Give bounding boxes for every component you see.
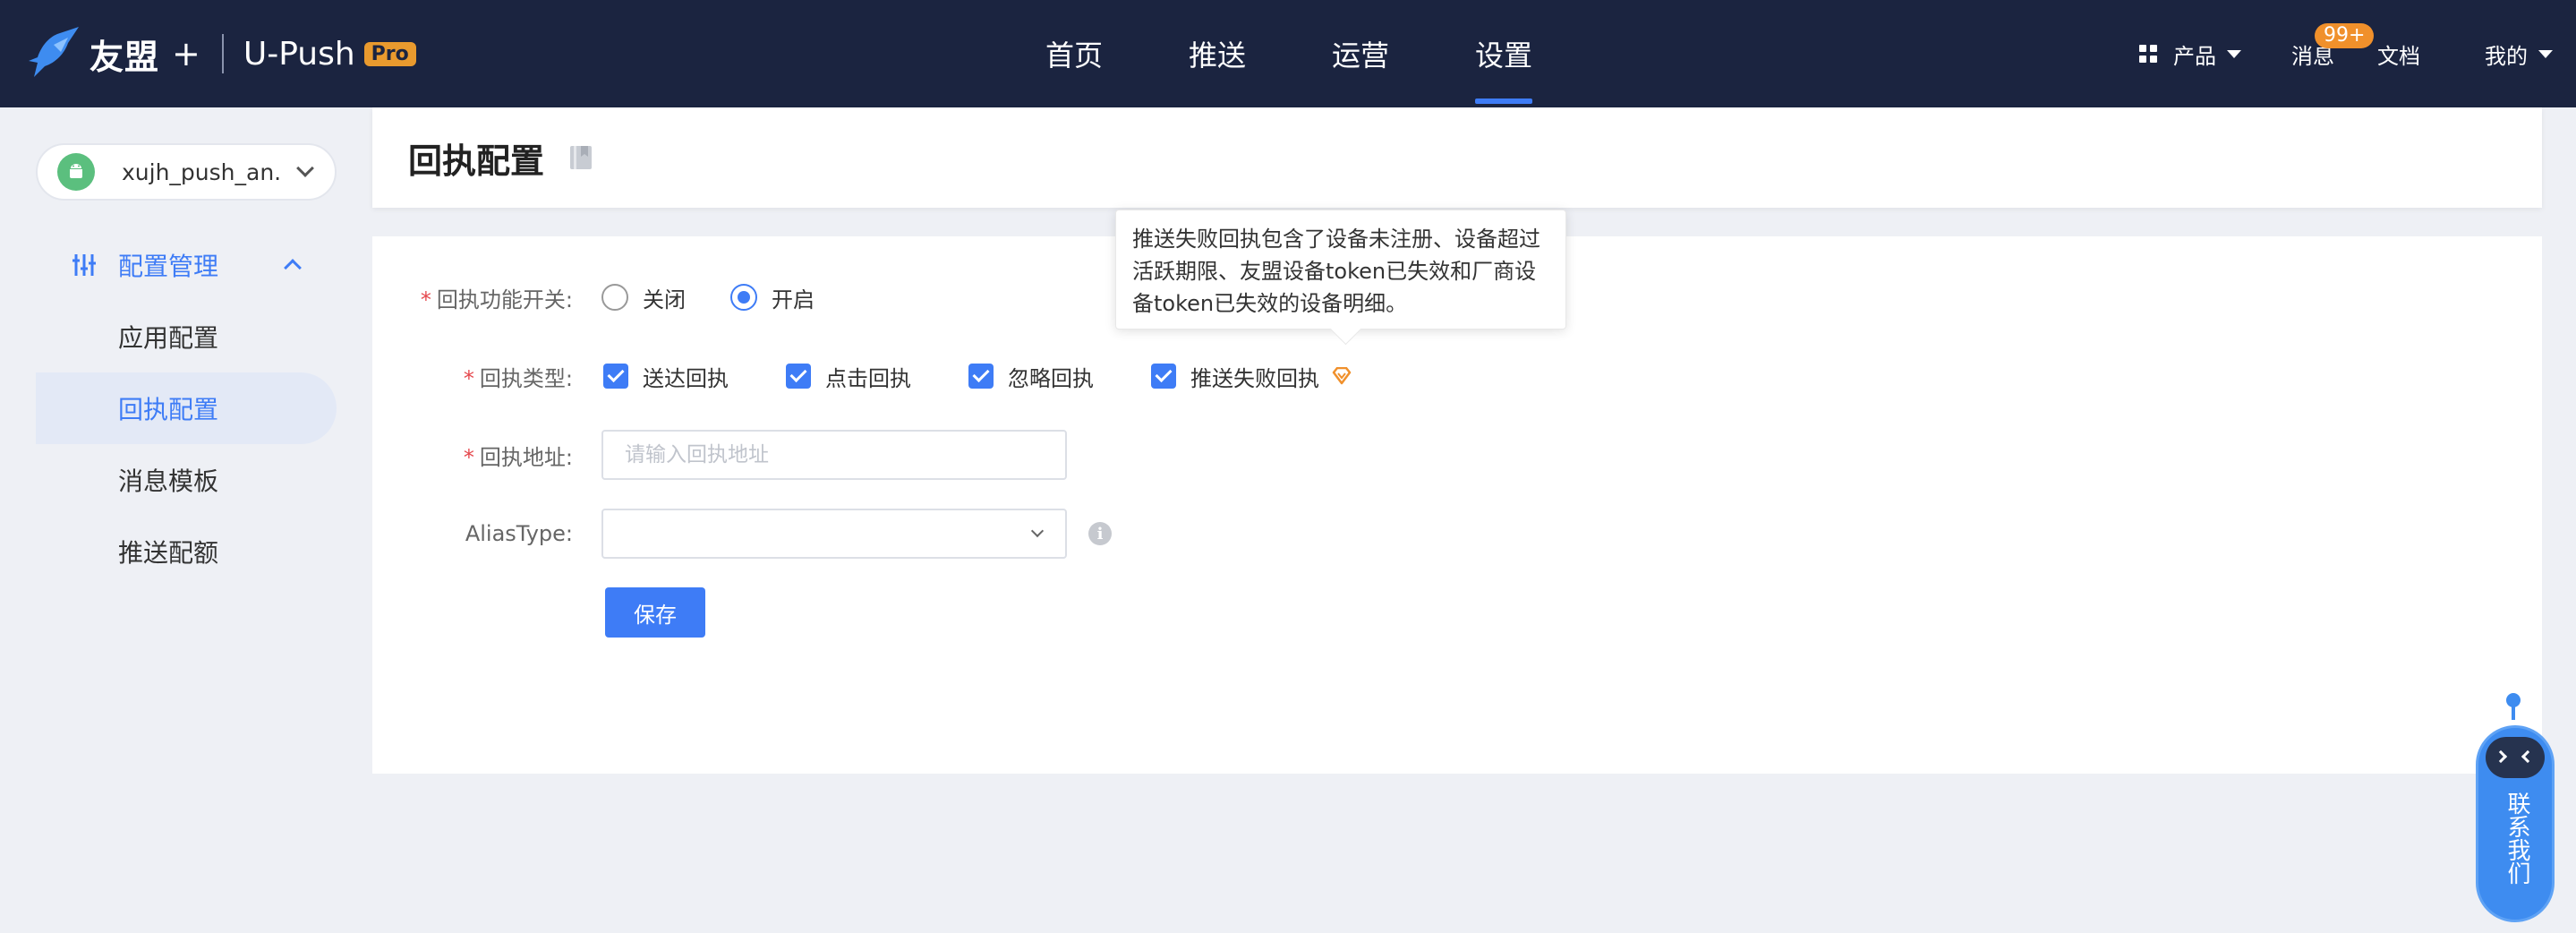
brand-divider: [221, 34, 224, 73]
message-count-badge: 99+: [2315, 23, 2375, 48]
app-name: xujh_push_an...: [122, 158, 283, 185]
nav-operations[interactable]: 运营: [1289, 0, 1432, 107]
contact-us-widget[interactable]: 联系我们: [2476, 693, 2555, 922]
brand-name: 友盟: [90, 37, 160, 77]
chevron-up-icon: [284, 259, 302, 277]
sidebar-item-app-config[interactable]: 应用配置: [36, 301, 337, 372]
user-menu[interactable]: 我的: [2485, 0, 2553, 107]
app-selector[interactable]: xujh_push_an...: [36, 143, 337, 201]
brand-logo[interactable]: 友盟 + U-Push Pro: [27, 23, 416, 84]
nav-home[interactable]: 首页: [1002, 0, 1146, 107]
docs-link[interactable]: 文档: [2377, 0, 2420, 107]
checkbox-clicked-label: 点击回执: [825, 365, 911, 391]
checkbox-ignored[interactable]: [968, 364, 994, 389]
docs-label: 文档: [2377, 43, 2420, 69]
required-mark: *: [420, 287, 431, 312]
chevron-down-icon: [296, 159, 314, 177]
radio-off-label: 关闭: [643, 287, 686, 312]
push-failed-tooltip: 推送失败回执包含了设备未注册、设备超过活跃期限、友盟设备token已失效和厂商设…: [1115, 210, 1566, 330]
nav-push[interactable]: 推送: [1146, 0, 1289, 107]
robot-face: [2486, 737, 2545, 778]
checkbox-clicked[interactable]: [786, 364, 811, 389]
checkbox-ignored-label: 忽略回执: [1008, 365, 1094, 391]
brand-plus: +: [172, 34, 200, 73]
address-row: * 回执地址:: [372, 430, 1067, 480]
required-mark: *: [463, 365, 474, 391]
alias-label: AliasType:: [465, 521, 573, 546]
radio-on[interactable]: [730, 284, 757, 311]
radio-on-label: 开启: [772, 287, 815, 312]
alias-type-select[interactable]: [601, 509, 1067, 559]
save-button[interactable]: 保存: [605, 587, 705, 638]
top-navbar: 友盟 + U-Push Pro 首页 推送 运营 设置 产品 消息 99+ 文档…: [0, 0, 2576, 107]
products-menu[interactable]: 产品: [2139, 0, 2241, 107]
user-menu-label: 我的: [2485, 43, 2528, 69]
type-label: * 回执类型:: [463, 365, 573, 391]
sidebar-group-config[interactable]: 配置管理: [36, 229, 337, 301]
caret-down-icon: [2538, 49, 2553, 58]
receipt-address-input[interactable]: [601, 430, 1067, 480]
sidebar-item-message-template[interactable]: 消息模板: [36, 444, 337, 516]
page-header: 回执配置: [372, 107, 2542, 208]
radio-off[interactable]: [601, 284, 628, 311]
robot-antenna-ball: [2506, 693, 2521, 707]
nav-settings[interactable]: 设置: [1432, 0, 1575, 107]
checkbox-push-failed-label: 推送失败回执: [1190, 365, 1319, 391]
address-label: * 回执地址:: [463, 444, 573, 470]
android-icon: [57, 153, 95, 191]
switch-row: * 回执功能开关: 关闭 开启: [372, 272, 815, 322]
contact-us-label: 联系我们: [2503, 792, 2530, 885]
pro-badge: Pro: [363, 41, 416, 66]
diamond-icon[interactable]: [1332, 367, 1352, 385]
info-icon[interactable]: i: [1088, 522, 1112, 545]
alias-row: AliasType: i: [372, 509, 1112, 559]
messages-link[interactable]: 消息: [2291, 0, 2334, 107]
checkbox-push-failed[interactable]: [1151, 364, 1176, 389]
switch-label: * 回执功能开关:: [420, 287, 573, 312]
checkbox-delivered-label: 送达回执: [643, 365, 729, 391]
page-title: 回执配置: [408, 141, 545, 181]
grid-icon: [2139, 45, 2157, 63]
umeng-bird-icon: [29, 27, 79, 77]
sidebar-item-receipt-config[interactable]: 回执配置: [36, 372, 337, 444]
caret-down-icon: [2227, 49, 2241, 58]
type-row: * 回执类型: 送达回执 点击回执 忽略回执 推送失败回执: [372, 351, 1352, 401]
product-name: U-Push: [243, 35, 355, 73]
chevron-down-icon: [1030, 524, 1045, 538]
robot-eye: [2494, 749, 2508, 764]
products-label: 产品: [2173, 43, 2216, 69]
main-nav: 首页 推送 运营 设置: [1002, 0, 1575, 107]
book-icon[interactable]: [569, 145, 593, 170]
checkbox-delivered[interactable]: [603, 364, 628, 389]
sidebar-item-push-quota[interactable]: 推送配额: [36, 516, 337, 587]
sliders-icon: [73, 254, 96, 276]
required-mark: *: [463, 444, 474, 470]
robot-eye: [2521, 749, 2535, 764]
sidebar-group-label: 配置管理: [118, 252, 219, 281]
